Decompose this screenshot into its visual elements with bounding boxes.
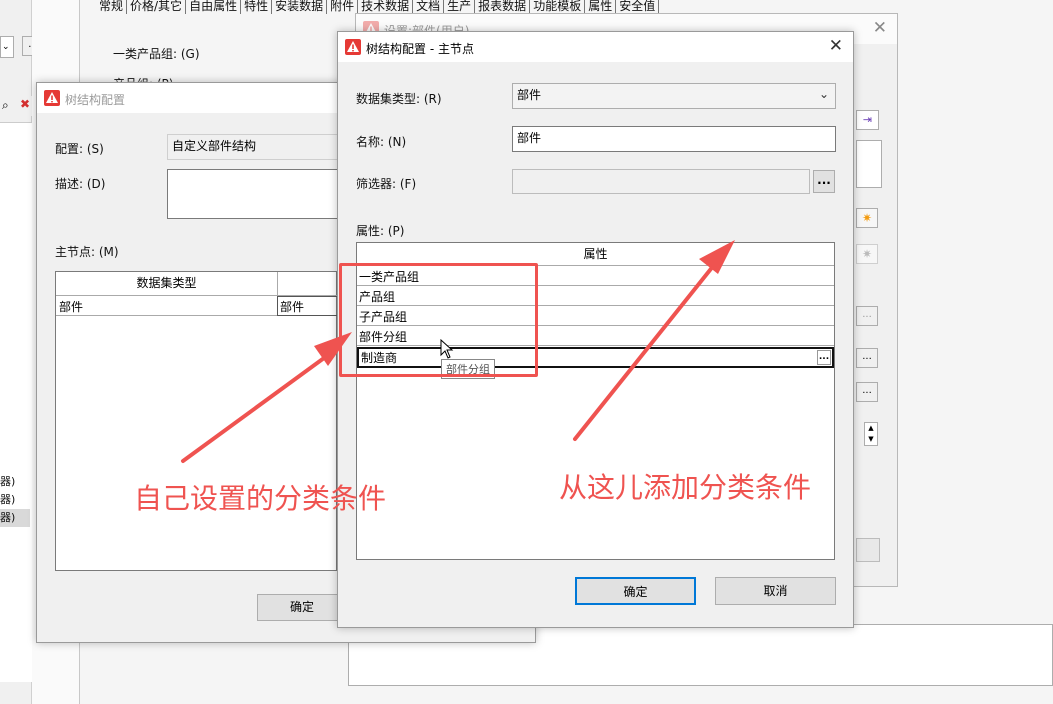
annotation-left-text: 自己设置的分类条件: [134, 482, 387, 515]
right-arrow: [573, 240, 735, 441]
annotation-arrows: [181, 240, 735, 463]
annotation-right-text: 从这儿添加分类条件: [559, 471, 812, 504]
left-arrow: [181, 332, 352, 463]
